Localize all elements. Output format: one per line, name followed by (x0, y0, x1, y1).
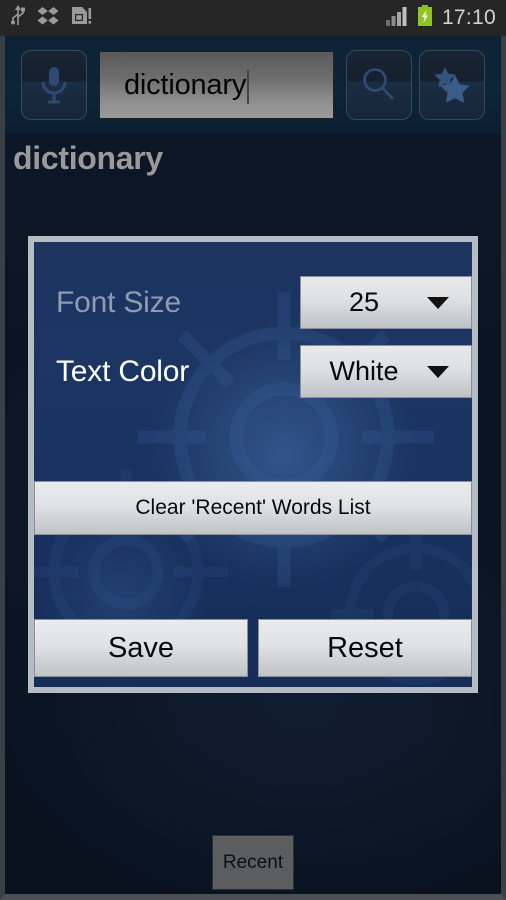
search-toolbar: dictionary (5, 36, 501, 134)
status-bar-notification-icons (10, 4, 92, 32)
text-color-spinner[interactable]: White (300, 345, 472, 398)
setting-row-text-color: Text Color White (34, 345, 472, 398)
setting-row-font-size: Font Size 25 (34, 276, 472, 329)
app-window-frame: dictionary dictionary Font Size 25 Text … (0, 36, 506, 900)
magnifier-icon (363, 68, 394, 100)
favorites-button[interactable] (419, 50, 485, 120)
status-bar-clock: 17:10 (441, 6, 496, 29)
page-title: dictionary (13, 140, 163, 176)
text-color-value: White (329, 356, 399, 386)
chevron-down-icon (427, 296, 449, 309)
font-size-value: 25 (348, 287, 380, 317)
reset-button[interactable]: Reset (258, 619, 472, 677)
text-color-label: Text Color (56, 354, 190, 388)
font-size-label: Font Size (56, 285, 181, 319)
save-button[interactable]: Save (34, 619, 248, 677)
battery-charging-icon (417, 4, 433, 32)
recent-button[interactable]: Recent (212, 835, 294, 890)
text-cursor (247, 70, 250, 104)
search-button[interactable] (346, 50, 412, 120)
star-icon (434, 67, 470, 103)
android-phone-screen: 17:10 dictionary dictionary Font Size 25… (0, 0, 506, 900)
search-input-value: dictionary (124, 68, 247, 101)
status-bar-system-icons: 17:10 (385, 4, 496, 32)
sim-card-alert-icon (70, 5, 92, 31)
clear-recent-words-button[interactable]: Clear 'Recent' Words List (34, 481, 472, 535)
status-bar: 17:10 (0, 0, 506, 36)
microphone-icon (41, 67, 67, 104)
app-content: dictionary dictionary Font Size 25 Text … (5, 36, 501, 894)
font-size-spinner[interactable]: 25 (300, 276, 472, 329)
dropbox-icon (37, 6, 59, 31)
panel-action-buttons: Save Reset (34, 619, 472, 677)
search-input[interactable]: dictionary (99, 51, 334, 119)
chevron-down-icon (427, 365, 449, 378)
voice-search-button[interactable] (21, 50, 87, 120)
settings-panel: Font Size 25 Text Color White Clear 'Rec… (28, 236, 478, 693)
settings-panel-body: Font Size 25 Text Color White Clear 'Rec… (34, 242, 472, 687)
signal-bars-icon (385, 6, 410, 31)
usb-icon (10, 4, 26, 32)
